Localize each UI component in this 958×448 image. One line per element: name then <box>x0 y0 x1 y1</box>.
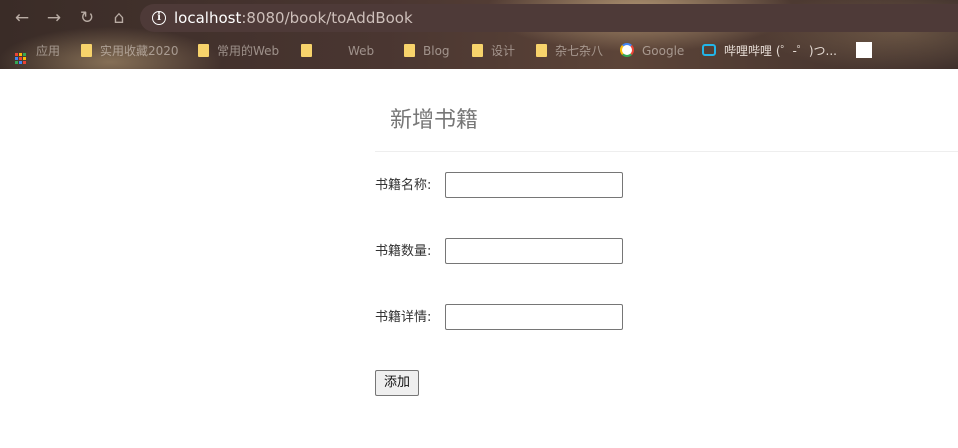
home-icon: ⌂ <box>113 8 125 28</box>
bookmark-folder-design[interactable]: 设计 <box>472 42 515 60</box>
bookmark-label: Blog <box>423 44 450 58</box>
bilibili-icon <box>702 44 716 56</box>
bookmark-label: 哔哩哔哩 (゜-゜)つ... <box>724 44 837 58</box>
forward-arrow-icon: → <box>46 8 62 28</box>
bookmark-folder-common-web[interactable]: 常用的Web <box>198 42 279 60</box>
apps-grid-icon <box>15 53 26 64</box>
bookmark-label: 实用收藏2020 <box>100 44 179 58</box>
bookmark-label: 杂七杂八 <box>555 44 604 58</box>
folder-icon <box>301 44 312 57</box>
bookmark-folder-misc[interactable]: 杂七杂八 <box>536 42 603 60</box>
bookmark-folder-2020[interactable]: 实用收藏2020 <box>81 42 179 60</box>
reload-button[interactable]: ↻ <box>76 7 98 29</box>
reload-icon: ↻ <box>79 8 95 28</box>
back-arrow-icon: ← <box>14 8 30 28</box>
browser-chrome: ← → ↻ ⌂ i localhost:8080/book/toAddBook … <box>0 0 958 69</box>
add-book-button[interactable]: 添加 <box>375 370 419 396</box>
folder-icon <box>472 44 483 57</box>
home-button[interactable]: ⌂ <box>108 7 130 29</box>
bookmark-label: 常用的Web <box>217 44 280 58</box>
book-name-input[interactable] <box>445 172 623 198</box>
bookmark-apps[interactable]: 应用 <box>15 42 61 64</box>
bookmarks-bar: 应用 实用收藏2020 常用的Web Web Blog 设计 杂七杂八 Goog… <box>0 37 958 65</box>
url-path: :8080/book/toAddBook <box>241 9 413 27</box>
bookmark-label: 设计 <box>491 44 516 58</box>
bookmark-page[interactable] <box>856 42 880 60</box>
bookmark-label: 应用 <box>36 44 61 58</box>
folder-icon <box>198 44 209 57</box>
page-icon <box>856 42 872 58</box>
book-name-label: 书籍名称: <box>375 178 432 193</box>
bookmark-folder-web[interactable]: Web <box>301 42 374 60</box>
folder-icon <box>81 44 92 57</box>
google-icon <box>620 43 634 57</box>
book-count-label: 书籍数量: <box>375 244 432 259</box>
book-count-input[interactable] <box>445 238 623 264</box>
folder-icon <box>404 44 415 57</box>
bookmark-label: Web <box>348 44 375 58</box>
site-info-icon[interactable]: i <box>152 11 166 25</box>
forward-button[interactable]: → <box>43 7 65 29</box>
folder-icon <box>536 44 547 57</box>
address-bar[interactable]: i localhost:8080/book/toAddBook <box>140 4 958 32</box>
book-detail-input[interactable] <box>445 304 623 330</box>
url-text[interactable]: localhost:8080/book/toAddBook <box>174 9 413 27</box>
book-detail-label: 书籍详情: <box>375 310 432 325</box>
bookmark-folder-blog[interactable]: Blog <box>404 42 450 60</box>
title-divider <box>375 151 958 152</box>
bookmark-google[interactable]: Google <box>620 42 684 60</box>
page-title: 新增书籍 <box>390 108 479 133</box>
bookmark-bilibili[interactable]: 哔哩哔哩 (゜-゜)つ... <box>702 42 837 60</box>
back-button[interactable]: ← <box>11 7 33 29</box>
bookmark-label: Google <box>642 44 685 58</box>
url-host: localhost <box>174 9 242 27</box>
